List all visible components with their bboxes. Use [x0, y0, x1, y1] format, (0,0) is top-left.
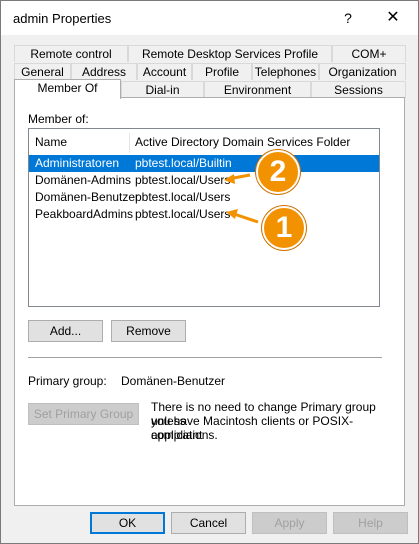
help-icon[interactable]: ? — [326, 5, 370, 31]
close-icon[interactable]: ✕ — [371, 5, 415, 31]
group-name: Domänen-Admins — [35, 173, 132, 187]
group-folder: pbtest.local/Users — [135, 173, 231, 187]
primary-group-value: Domänen-Benutzer — [121, 374, 226, 388]
tab-telephones[interactable]: Telephones — [252, 63, 319, 80]
tab-remote-desktop-services-profile[interactable]: Remote Desktop Services Profile — [128, 45, 332, 62]
divider — [28, 357, 382, 358]
tab-sessions[interactable]: Sessions — [311, 81, 406, 98]
callout-badge-one: 1 — [262, 206, 306, 250]
cancel-button[interactable]: Cancel — [171, 512, 246, 534]
list-item[interactable]: PeakboardAdmins pbtest.local/Users — [29, 206, 379, 223]
callout-badge-two: 2 — [256, 150, 300, 194]
list-item[interactable]: Administratoren pbtest.local/Builtin — [29, 155, 379, 172]
primary-group-label: Primary group: — [28, 374, 107, 388]
column-divider[interactable] — [129, 133, 130, 153]
column-header-folder[interactable]: Active Directory Domain Services Folder — [135, 129, 350, 156]
set-primary-group-button[interactable]: Set Primary Group — [28, 403, 139, 425]
title-bar: admin Properties ? ✕ — [1, 1, 418, 35]
member-of-label: Member of: — [28, 112, 89, 126]
group-folder: pbtest.local/Builtin — [135, 156, 232, 170]
group-folder: pbtest.local/Users — [135, 190, 231, 204]
list-item[interactable]: Domänen-Benutzer pbtest.local/Users — [29, 189, 379, 206]
tab-environment[interactable]: Environment — [204, 81, 311, 98]
member-of-panel: Member of: Name Active Directory Domain … — [14, 97, 405, 506]
tab-member-of[interactable]: Member Of — [14, 79, 121, 99]
tab-account[interactable]: Account — [137, 63, 192, 80]
column-header-name[interactable]: Name — [35, 129, 67, 156]
member-of-list[interactable]: Name Active Directory Domain Services Fo… — [28, 128, 380, 307]
help-button[interactable]: Help — [333, 512, 408, 534]
tab-general[interactable]: General — [14, 63, 71, 80]
group-name: Administratoren — [35, 156, 120, 170]
tab-dial-in[interactable]: Dial-in — [121, 81, 204, 98]
properties-dialog: admin Properties ? ✕ Remote control Remo… — [0, 0, 419, 544]
remove-button[interactable]: Remove — [111, 320, 186, 342]
apply-button[interactable]: Apply — [252, 512, 327, 534]
group-folder: pbtest.local/Users — [135, 207, 231, 221]
tab-organization[interactable]: Organization — [319, 63, 406, 80]
tab-remote-control[interactable]: Remote control — [14, 45, 128, 62]
primary-group-note-line-3: applications. — [151, 428, 218, 442]
group-name: Domänen-Benutzer — [35, 190, 140, 204]
ok-button[interactable]: OK — [90, 512, 165, 534]
tab-address[interactable]: Address — [71, 63, 137, 80]
list-item[interactable]: Domänen-Admins pbtest.local/Users — [29, 172, 379, 189]
add-button[interactable]: Add... — [28, 320, 103, 342]
window-title: admin Properties — [13, 11, 112, 26]
tab-profile[interactable]: Profile — [192, 63, 252, 80]
tab-com-plus[interactable]: COM+ — [332, 45, 406, 62]
group-name: PeakboardAdmins — [35, 207, 134, 221]
